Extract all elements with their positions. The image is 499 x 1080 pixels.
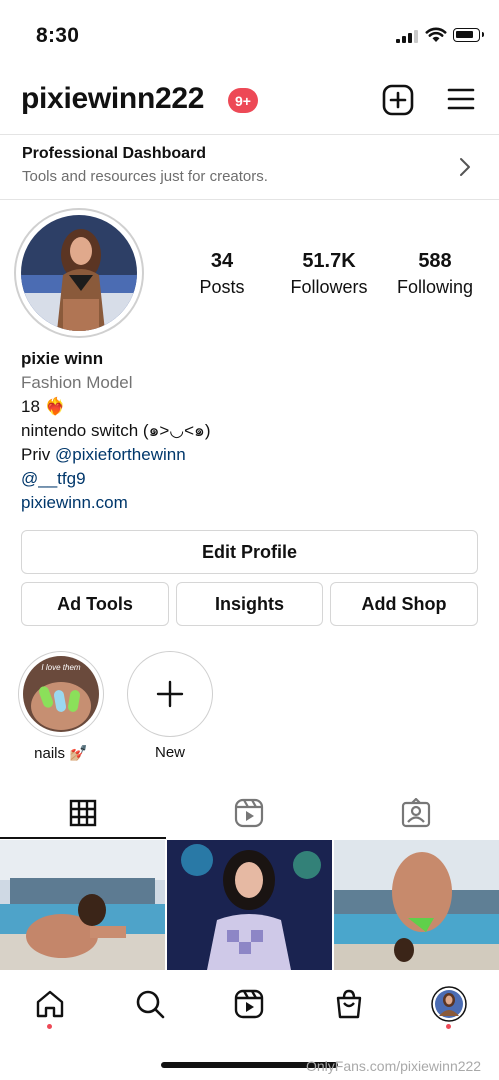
home-icon	[36, 990, 64, 1018]
bio-line: nintendo switch (๑>◡<๑)	[21, 421, 211, 440]
nav-home[interactable]	[30, 984, 70, 1024]
plus-icon	[156, 680, 184, 708]
highlight-ring: I love them	[18, 651, 104, 737]
wifi-icon	[425, 27, 447, 42]
edit-profile-button[interactable]: Edit Profile	[21, 530, 478, 574]
followers-label: Followers	[290, 277, 368, 297]
professional-dashboard[interactable]: Professional Dashboard Tools and resourc…	[0, 134, 499, 200]
tab-reels[interactable]	[166, 788, 332, 838]
posts-stat[interactable]: 34 Posts	[172, 250, 272, 298]
profile-activity-dot	[446, 1024, 451, 1029]
following-label: Following	[396, 277, 474, 297]
website-link[interactable]: pixiewinn.com	[21, 491, 481, 515]
notification-badge[interactable]: 9+	[228, 88, 258, 113]
insights-button[interactable]: Insights	[176, 582, 323, 626]
story-highlight[interactable]: I love them nails 💅🏼	[16, 651, 106, 762]
profile-avatar-icon	[431, 986, 467, 1022]
dashboard-subtitle: Tools and resources just for creators.	[22, 168, 268, 185]
profile-category: Fashion Model	[21, 373, 133, 392]
post-thumbnail[interactable]	[0, 840, 165, 970]
new-highlight-ring	[127, 651, 213, 737]
watermark-text: OnlyFans.com/pixiewinn222	[306, 1058, 482, 1074]
status-time: 8:30	[36, 24, 80, 47]
ad-tools-button[interactable]: Ad Tools	[21, 582, 169, 626]
bottom-navigation	[0, 970, 499, 1040]
profile-photo	[21, 215, 137, 331]
bio-text: Priv	[21, 445, 55, 464]
profile-bio: pixie winn Fashion Model 18 ❤️‍🔥 nintend…	[21, 347, 481, 515]
grid-icon	[69, 799, 97, 827]
post-thumbnail[interactable]	[334, 840, 499, 970]
mention-link[interactable]: @pixieforthewinn	[55, 445, 186, 464]
dashboard-title: Professional Dashboard	[22, 145, 207, 162]
add-shop-button[interactable]: Add Shop	[330, 582, 478, 626]
nav-shop[interactable]	[329, 984, 369, 1024]
create-post-icon[interactable]	[382, 84, 414, 116]
menu-icon[interactable]	[447, 87, 475, 111]
post-grid	[0, 840, 499, 970]
new-highlight-button[interactable]: New	[125, 651, 215, 761]
posts-count: 34	[210, 250, 234, 272]
bio-line: Priv @pixieforthewinn	[21, 443, 481, 467]
tab-grid[interactable]	[0, 788, 166, 839]
profile-avatar[interactable]	[14, 208, 144, 338]
highlight-cover-text: I love them	[41, 663, 80, 672]
nav-profile[interactable]	[429, 984, 469, 1024]
nav-search[interactable]	[130, 984, 170, 1024]
reels-icon	[234, 989, 264, 1019]
highlight-label: New	[154, 744, 185, 761]
profile-tabs	[0, 788, 499, 839]
bio-line: 18 ❤️‍🔥	[21, 397, 66, 416]
posts-label: Posts	[199, 277, 245, 297]
highlight-cover: I love them	[23, 656, 99, 732]
cellular-signal-icon	[396, 30, 418, 43]
followers-count: 51.7K	[302, 250, 356, 272]
tab-tagged[interactable]	[333, 788, 499, 838]
shop-icon	[336, 989, 362, 1019]
activity-dot	[47, 1024, 52, 1029]
account-switcher[interactable]: pixiewinn222	[21, 82, 204, 116]
mention-link[interactable]: @__tfg9	[21, 467, 481, 491]
following-stat[interactable]: 588 Following	[385, 250, 485, 298]
nav-reels[interactable]	[229, 984, 269, 1024]
display-name: pixie winn	[21, 349, 104, 368]
search-icon	[136, 990, 165, 1019]
tagged-icon	[401, 798, 431, 828]
following-count: 588	[418, 250, 452, 272]
post-thumbnail[interactable]	[167, 840, 332, 970]
reels-icon	[234, 798, 264, 828]
chevron-right-icon	[460, 158, 470, 176]
profile-stats: 34 Posts 51.7K Followers 588 Following	[178, 250, 478, 300]
status-bar: 8:30	[0, 0, 499, 70]
battery-icon	[453, 28, 484, 42]
highlight-label: nails 💅🏼	[34, 745, 88, 762]
profile-header: pixiewinn222 9+	[0, 78, 499, 124]
followers-stat[interactable]: 51.7K Followers	[279, 250, 379, 298]
